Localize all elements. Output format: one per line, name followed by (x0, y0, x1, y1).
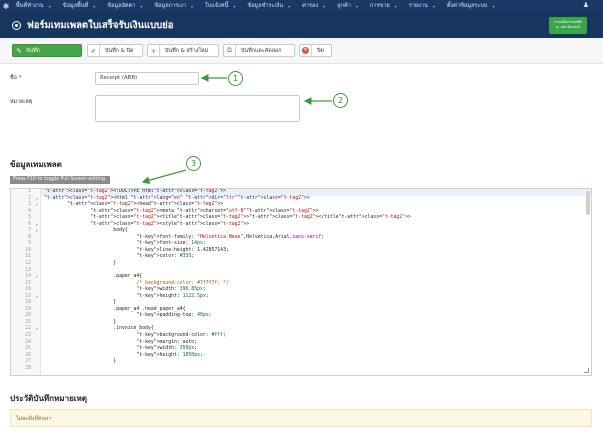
menu-item[interactable]: ข้อมูลพื้นที่ ▾ (59, 2, 104, 10)
check-icon: ✔ (88, 45, 100, 56)
menu-item[interactable]: ข้อมูลการเงา ▾ (150, 2, 201, 10)
line-number-gutter: 1 2 ▾ 3 ▾ 4 5 6 ▾ 7 ▾ 8 9 10 11 12 13 14 ▾ 15 16 17 ▾ 18 19 20 21 2… (11, 189, 41, 375)
editor-scrollbar[interactable] (586, 191, 590, 215)
record-icon (12, 20, 21, 30)
menu-item[interactable]: การขาย ▾ (366, 2, 405, 10)
callout-1: 1 (228, 71, 243, 86)
name-input[interactable]: Receipt (ABB) (95, 72, 199, 85)
user-icon[interactable]: ♟ (583, 1, 589, 9)
resize-handle[interactable] (584, 368, 589, 373)
save-new-button[interactable]: + บันทึก & สร้างใหม่ (147, 44, 219, 57)
page-header: ฟอร์มเทมเพลตใบเสร็จรับเงินแบบย่อ ระบบจัด… (0, 12, 603, 38)
menu-item[interactable]: พื้นที่ทำงาน ▾ (12, 2, 59, 10)
pencil-icon: ✎ (16, 46, 22, 55)
close-icon: ✕ (300, 45, 312, 56)
empty-notice: ไม่พบสิ่งที่ค้นหา (10, 409, 592, 427)
name-label: ชื่อ * (10, 75, 22, 81)
line-number: 28 (25, 365, 31, 371)
history-title: ประวัติบันทึกหมายเหตุ (10, 394, 87, 403)
menu-item[interactable]: ใบแจ้งหนี้ ▾ (201, 2, 243, 10)
save-button[interactable]: ✎ บันทึก (12, 44, 82, 57)
brand-logo: ระบบจัดการหอพัก อ. อพาร์ทเมนท์ (549, 17, 587, 34)
top-menu: พื้นที่ทำงาน ▾ ข้อมูลพื้นที่ ▾ ข้อมูลอัตตา… (12, 0, 503, 12)
menu-item[interactable]: ตั้งค่าข้อมูลระบบ ▾ (443, 2, 503, 10)
code-line[interactable] (41, 366, 591, 373)
close-button[interactable]: ✕ ปิด (299, 44, 332, 57)
code-area[interactable]: "t-attr">class="t-tag2"><!DOCTYPE html"t… (41, 189, 591, 375)
plus-icon: + (148, 45, 160, 56)
top-nav: ✱ พื้นที่ทำงาน ▾ ข้อมูลพื้นที่ ▾ ข้อมูลอัต… (0, 0, 603, 12)
note-label: หมายเหตุ (10, 99, 33, 105)
joomla-icon[interactable]: ✱ (0, 0, 12, 12)
menu-item[interactable]: ลูกค้า ▾ (333, 2, 366, 10)
menu-item[interactable]: ค่ารอง ▾ (298, 2, 333, 10)
menu-item[interactable]: รายงาน ▾ (405, 2, 443, 10)
copy-icon: ⧉ (224, 45, 236, 56)
callout-2: 2 (333, 93, 348, 108)
fullscreen-hint: Press F10 to toggle Full Screen editing. (10, 176, 110, 184)
menu-item[interactable]: ข้อมูลชำระเงิน ▾ (243, 2, 298, 10)
template-section-title: ข้อมูลเทมเพลต (10, 160, 62, 169)
save-copy-button[interactable]: ⧉ บันทึกและคัดลอก (223, 44, 295, 57)
note-textarea[interactable] (95, 95, 300, 122)
toolbar: ✎ บันทึก ✔ บันทึก & ปิด + บันทึก & สร้าง… (0, 38, 603, 64)
save-close-button[interactable]: ✔ บันทึก & ปิด (87, 44, 143, 57)
code-editor[interactable]: 1 2 ▾ 3 ▾ 4 5 6 ▾ 7 ▾ 8 9 10 11 12 13 14 ▾ 15 16 17 ▾ 18 19 20 21 2… (10, 188, 592, 376)
menu-item[interactable]: ข้อมูลอัตตา ▾ (103, 2, 150, 10)
page-title: ฟอร์มเทมเพลตใบเสร็จรับเงินแบบย่อ (27, 19, 174, 31)
callout-3: 3 (186, 156, 201, 171)
